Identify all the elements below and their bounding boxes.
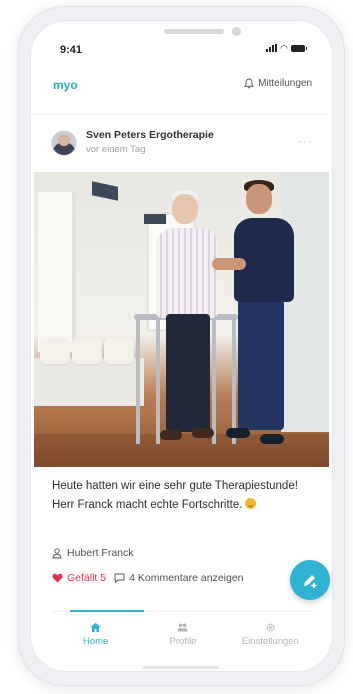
tab-profile-label: Profile (169, 636, 197, 647)
photo-window (38, 192, 76, 352)
status-time: 9:41 (60, 44, 83, 56)
tab-profile[interactable]: Profile (139, 616, 226, 660)
photo-person (156, 228, 218, 318)
photo-floor (34, 434, 329, 467)
notifications-label: Mitteilungen (258, 78, 312, 89)
home-icon (90, 622, 101, 632)
signal-icon (266, 44, 278, 52)
post-header: Sven Peters Ergotherapie vor einem Tag ·… (30, 126, 333, 166)
heart-icon (52, 573, 63, 583)
photo-pillow (104, 338, 134, 364)
post-caption: Heute hatten wir eine sehr gute Therapie… (52, 477, 314, 515)
photo-wall (281, 172, 329, 432)
photo-pillow (72, 338, 102, 364)
ellipsis-icon[interactable]: ··· (298, 134, 313, 148)
create-post-button[interactable] (290, 560, 330, 600)
photo-person (166, 314, 210, 432)
smiling-face-icon (245, 498, 257, 509)
photo-person (246, 184, 272, 214)
post-actions: Gefällt 5 4 Kommentare anzeigen (52, 572, 244, 584)
photo-person (260, 434, 284, 444)
status-icons: ◠ (266, 43, 307, 53)
photo-walker-leg (156, 314, 160, 444)
bell-icon (244, 78, 254, 89)
photo-person (160, 430, 182, 440)
comments-label: 4 Kommentare anzeigen (129, 572, 244, 584)
edit-plus-icon (304, 575, 317, 588)
post-author[interactable]: Sven Peters Ergotherapie (86, 129, 214, 141)
patient-tag[interactable]: Hubert Franck (52, 547, 134, 559)
author-avatar[interactable] (51, 130, 77, 156)
post-timestamp: vor einem Tag (86, 144, 146, 155)
tab-active-indicator (70, 610, 144, 612)
photo-person (192, 428, 214, 438)
photo-person (238, 300, 284, 430)
wifi-icon: ◠ (280, 43, 288, 53)
tab-home[interactable]: Home (52, 616, 139, 660)
tab-home-label: Home (82, 636, 109, 647)
app-title: myo (53, 78, 78, 92)
notifications-button[interactable]: Mitteilungen (244, 78, 312, 89)
photo-walker-leg (136, 314, 140, 444)
photo-walker-leg (212, 314, 216, 444)
tab-settings-label: Einstellungen (241, 636, 299, 647)
home-indicator[interactable] (143, 666, 219, 669)
phone-camera (232, 27, 241, 36)
likes-count: Gefällt 5 (67, 572, 107, 584)
phone-frame: 9:41 ◠ myo Mitteilungen Sven Peters Ergo… (18, 6, 345, 686)
photo-person (226, 428, 250, 438)
tab-bar: Home Profile Einstellungen (52, 616, 314, 660)
app-screen: 9:41 ◠ myo Mitteilungen Sven Peters Ergo… (30, 20, 333, 672)
photo-walker-leg (232, 314, 236, 444)
people-icon (177, 623, 189, 632)
like-button[interactable]: Gefällt 5 (52, 572, 106, 584)
comment-icon (114, 573, 125, 583)
patient-name: Hubert Franck (67, 547, 134, 559)
status-bar: 9:41 ◠ (30, 20, 333, 60)
photo-bench (34, 358, 144, 406)
app-header: myo Mitteilungen (30, 76, 333, 96)
photo-pillow (40, 338, 70, 364)
battery-icon (291, 45, 307, 52)
photo-blind (144, 214, 166, 224)
tab-settings[interactable]: Einstellungen (227, 616, 314, 660)
header-divider (30, 114, 333, 115)
gear-icon (266, 623, 275, 632)
phone-speaker (164, 29, 224, 34)
post-photo[interactable] (34, 172, 329, 467)
photo-person (172, 194, 198, 224)
person-icon (52, 547, 62, 558)
photo-person (212, 258, 246, 270)
post-caption-text: Heute hatten wir eine sehr gute Therapie… (52, 480, 298, 511)
photo-blind (92, 181, 118, 201)
comments-button[interactable]: 4 Kommentare anzeigen (114, 572, 244, 584)
